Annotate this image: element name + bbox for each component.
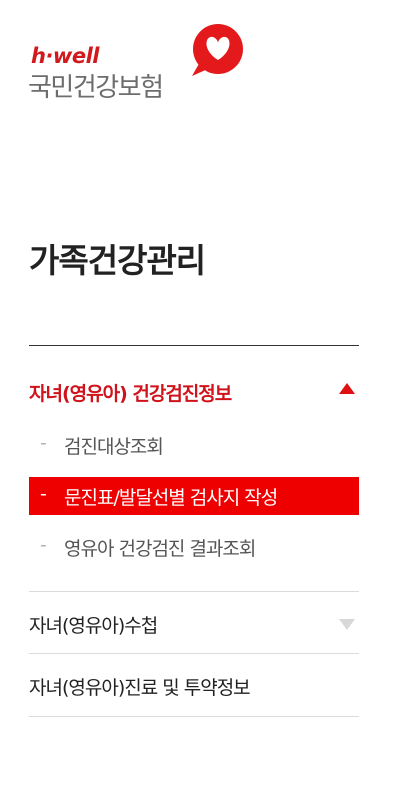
submenu-item-label: 문진표/발달선별 검사지 작성	[64, 487, 278, 509]
menu-section-label: 자녀(영유아)진료 및 투약정보	[29, 677, 251, 699]
submenu-item-label: 영유아 건강검진 결과조회	[64, 538, 256, 560]
heart-logo-icon	[192, 24, 243, 76]
title-divider	[29, 345, 359, 346]
menu-divider	[29, 653, 359, 654]
logo-org-name: 국민건강보험	[28, 73, 164, 103]
menu-section-child-checkup[interactable]: 자녀(영유아) 건강검진정보	[29, 379, 359, 407]
menu-section-child-treatment[interactable]: 자녀(영유아)진료 및 투약정보	[29, 673, 359, 703]
submenu-item-label: 검진대상조회	[64, 436, 164, 458]
submenu-item-questionnaire[interactable]: - 문진표/발달선별 검사지 작성	[29, 477, 359, 515]
page-title: 가족건강관리	[29, 241, 206, 280]
logo-brand-text: h·well	[31, 44, 99, 68]
submenu-item-checkup-target[interactable]: - 검진대상조회	[29, 426, 359, 464]
menu-section-label: 자녀(영유아) 건강검진정보	[29, 383, 232, 405]
menu-divider	[29, 716, 359, 717]
nhis-logo[interactable]: h·well 국민건강보험	[28, 22, 248, 103]
caret-down-icon	[339, 619, 355, 630]
dash-icon: -	[40, 432, 47, 454]
menu-section-child-handbook[interactable]: 자녀(영유아)수첩	[29, 611, 359, 641]
dash-icon: -	[40, 534, 47, 556]
dash-icon: -	[40, 483, 47, 505]
menu-section-label: 자녀(영유아)수첩	[29, 615, 158, 637]
submenu-item-checkup-results[interactable]: - 영유아 건강검진 결과조회	[29, 528, 359, 566]
caret-up-icon	[339, 383, 355, 394]
menu-divider	[29, 591, 359, 592]
